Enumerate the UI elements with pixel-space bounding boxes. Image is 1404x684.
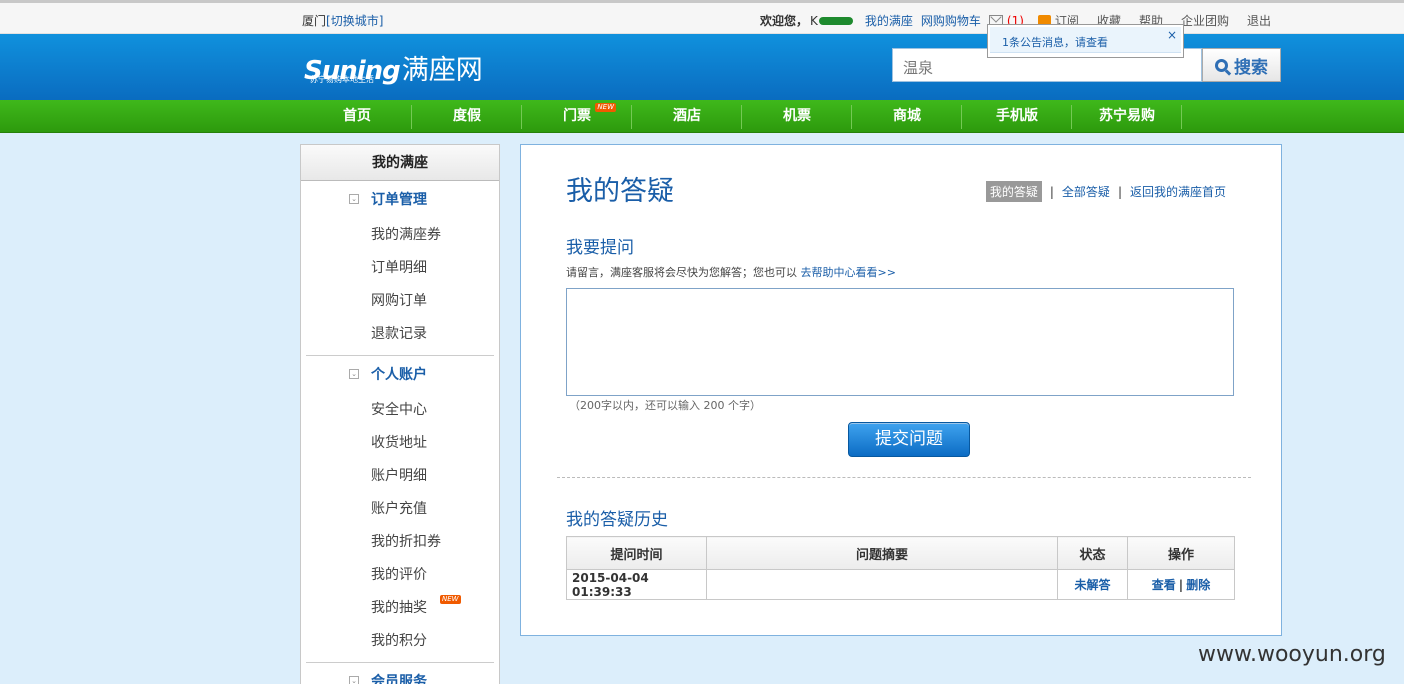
ask-hint: 请留言，满座客服将会尽快为您解答；您也可以 去帮助中心看看>>: [566, 264, 896, 280]
logout-link[interactable]: 退出: [1247, 12, 1271, 29]
hint-text: 请留言，满座客服将会尽快为您解答；您也可以: [566, 266, 797, 279]
username-redacted: [818, 16, 853, 25]
nav-suning[interactable]: 苏宁易购: [1072, 100, 1182, 133]
logo-manzuo: 满座网: [401, 55, 483, 86]
search-button[interactable]: 搜索: [1202, 48, 1281, 82]
nav-home[interactable]: 首页: [302, 100, 412, 133]
section-title: 个人账户: [371, 367, 427, 383]
new-badge: NEW: [440, 595, 461, 604]
nav-mall[interactable]: 商城: [852, 100, 962, 133]
city-selector[interactable]: 厦门[切换城市]: [302, 12, 383, 29]
sidebar-item-recharge[interactable]: 账户充值: [301, 493, 499, 526]
column-header: 问题摘要: [706, 536, 1058, 570]
question-textarea[interactable]: [566, 288, 1234, 396]
close-icon[interactable]: ×: [1167, 28, 1177, 42]
help-center-link[interactable]: 去帮助中心看看>>: [801, 266, 896, 279]
sidebar-item-label: 我的抽奖: [371, 600, 427, 616]
nav-hotel[interactable]: 酒店: [632, 100, 742, 133]
ask-section-title: 我要提问: [566, 238, 634, 258]
char-limit-text: （200字以内，还可以输入 200 个字）: [569, 399, 761, 412]
sidebar-item-lottery[interactable]: 我的抽奖 NEW: [301, 592, 499, 625]
mail-icon[interactable]: [988, 14, 1003, 25]
history-title: 我的答疑历史: [566, 510, 668, 530]
sidebar-title[interactable]: 我的满座: [301, 145, 499, 181]
sidebar-item-account-details[interactable]: 账户明细: [301, 460, 499, 493]
column-header: 提问时间: [566, 536, 707, 570]
search-icon: [1215, 58, 1228, 72]
sidebar-item-order-details[interactable]: 订单明细: [301, 252, 499, 285]
question-summary: [706, 569, 1058, 600]
delete-link[interactable]: 删除: [1186, 578, 1210, 592]
main-nav: 首页 度假 门票 NEW 酒店 机票 商城 手机版 苏宁易购: [0, 100, 1404, 133]
tab-separator: |: [1117, 184, 1122, 199]
sidebar-item-address[interactable]: 收货地址: [301, 427, 499, 460]
collapse-toggle-icon[interactable]: ⌄: [349, 676, 359, 684]
collapse-toggle-icon[interactable]: ⌄: [349, 194, 359, 204]
sidebar-item-online-orders[interactable]: 网购订单: [301, 285, 499, 318]
table-row: 2015-04-04 01:39:33 未解答 查看 | 删除: [566, 569, 1235, 600]
cart-link[interactable]: 网购购物车: [921, 12, 981, 29]
sidebar-item-vouchers[interactable]: 我的满座券: [301, 219, 499, 252]
top-bar: 厦门[切换城市] 欢迎您， K 我的满座 网购购物车 (1) 订阅 收藏 帮助 …: [0, 0, 1404, 34]
nav-flights[interactable]: 机票: [742, 100, 852, 133]
sidebar-section-account[interactable]: ⌄ 个人账户: [301, 356, 499, 394]
page-title: 我的答疑: [566, 176, 674, 207]
sidebar-section-orders[interactable]: ⌄ 订单管理: [301, 181, 499, 219]
sidebar-item-security[interactable]: 安全中心: [301, 394, 499, 427]
new-badge: NEW: [595, 103, 616, 112]
main-panel: 我的答疑 我的答疑 | 全部答疑 | 返回我的满座首页 我要提问 请留言，满座客…: [520, 144, 1282, 636]
section-title: 订单管理: [371, 192, 427, 208]
sidebar-item-refunds[interactable]: 退款记录: [301, 318, 499, 351]
submit-question-button[interactable]: 提交问题: [848, 422, 970, 457]
divider: [557, 477, 1251, 478]
search-button-label: 搜索: [1234, 57, 1268, 78]
header: Suning满座网 苏宁易购本地生活 温泉 搜索: [0, 34, 1404, 100]
logo-tagline: 苏宁易购本地生活: [310, 75, 374, 84]
back-home-link[interactable]: 返回我的满座首页: [1130, 183, 1226, 200]
sidebar: 我的满座 ⌄ 订单管理 我的满座券 订单明细 网购订单 退款记录 ⌄ 个人账户 安全…: [300, 144, 500, 684]
column-header: 状态: [1057, 536, 1128, 570]
section-title: 会员服务: [371, 674, 427, 684]
sidebar-item-reviews[interactable]: 我的评价: [301, 559, 499, 592]
nav-mobile[interactable]: 手机版: [962, 100, 1072, 133]
nav-tickets-label: 门票: [563, 108, 591, 124]
notice-popup: 1条公告消息，请查看 ×: [987, 24, 1184, 58]
username[interactable]: K: [810, 14, 818, 28]
collapse-toggle-icon[interactable]: ⌄: [349, 369, 359, 379]
row-actions: 查看 | 删除: [1127, 569, 1235, 600]
tab-my-qa[interactable]: 我的答疑: [985, 181, 1042, 202]
tab-all-qa[interactable]: 全部答疑: [1062, 183, 1110, 200]
nav-tickets[interactable]: 门票 NEW: [522, 100, 632, 133]
current-city: 厦门: [302, 14, 327, 28]
sidebar-item-points[interactable]: 我的积分: [301, 625, 499, 658]
welcome-text: 欢迎您，: [760, 14, 809, 28]
sidebar-item-discount[interactable]: 我的折扣券: [301, 526, 499, 559]
tab-separator: |: [1049, 184, 1054, 199]
group-buy-link[interactable]: 企业团购: [1181, 12, 1229, 29]
action-separator: |: [1178, 578, 1184, 592]
question-time: 2015-04-04 01:39:33: [566, 569, 707, 600]
sidebar-section-member[interactable]: ⌄ 会员服务: [301, 663, 499, 684]
history-table: 提问时间 问题摘要 状态 操作 2015-04-04 01:39:33 未解答 …: [566, 536, 1235, 600]
notice-text[interactable]: 1条公告消息，请查看: [990, 27, 1181, 53]
logo[interactable]: Suning满座网 苏宁易购本地生活: [304, 48, 483, 87]
switch-city-link[interactable]: [切换城市]: [326, 14, 383, 28]
column-header: 操作: [1127, 536, 1235, 570]
my-manzuo-link[interactable]: 我的满座: [865, 12, 913, 29]
tab-bar: 我的答疑 | 全部答疑 | 返回我的满座首页: [985, 181, 1226, 202]
status-badge: 未解答: [1057, 569, 1128, 600]
view-link[interactable]: 查看: [1152, 578, 1176, 592]
watermark: www.wooyun.org: [1198, 642, 1386, 667]
nav-vacation[interactable]: 度假: [412, 100, 522, 133]
